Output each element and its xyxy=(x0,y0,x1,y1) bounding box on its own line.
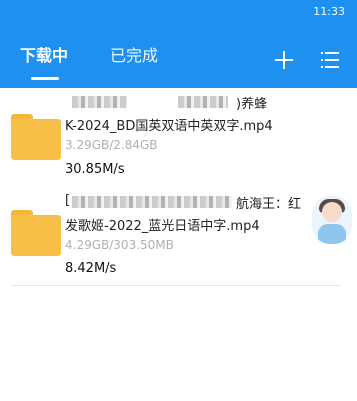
folder-icon xyxy=(11,114,61,160)
active-tab-indicator xyxy=(31,77,59,80)
download-title-line2: 发歌姬-2022_蓝光日语中字.mp4 xyxy=(65,219,260,234)
avatar-body xyxy=(318,224,346,244)
floating-assistant-avatar[interactable] xyxy=(312,196,352,244)
download-progress: 4.29GB/303.50MB xyxy=(65,238,174,252)
add-download-button[interactable] xyxy=(272,48,296,72)
blurred-title-fragment xyxy=(72,196,232,208)
download-item[interactable]: [ 航海王：红 发歌姬-2022_蓝光日语中字.mp4 4.29GB/303.5… xyxy=(0,185,340,285)
blurred-title-fragment xyxy=(72,96,127,108)
list-menu-button[interactable] xyxy=(318,48,342,72)
list-menu-icon xyxy=(321,52,339,68)
blurred-title-fragment xyxy=(178,96,228,108)
download-title-line1: )养蜂 xyxy=(236,97,268,112)
tab-completed[interactable]: 已完成 xyxy=(110,45,158,71)
status-time: 11:33 xyxy=(313,5,345,18)
tab-downloading[interactable]: 下载中 xyxy=(20,45,68,71)
avatar-face xyxy=(322,202,342,222)
download-progress: 3.29GB/2.84GB xyxy=(65,138,158,152)
app-header: 11:33 下载中 已完成 xyxy=(0,0,357,88)
list-divider xyxy=(11,285,341,286)
plus-icon xyxy=(275,51,293,69)
download-title-line1: 航海王：红 xyxy=(236,197,302,212)
download-speed: 30.85M/s xyxy=(65,162,125,177)
download-speed: 8.42M/s xyxy=(65,261,117,276)
download-title-line2: K-2024_BD国英双语中英双字.mp4 xyxy=(65,119,273,134)
download-title-line1-prefix: [ xyxy=(65,193,71,208)
tab-downloading-label: 下载中 xyxy=(20,46,69,65)
download-item[interactable]: )养蜂 K-2024_BD国英双语中英双字.mp4 3.29GB/2.84GB … xyxy=(0,88,340,185)
tab-completed-label: 已完成 xyxy=(110,46,159,65)
folder-icon xyxy=(11,210,61,256)
